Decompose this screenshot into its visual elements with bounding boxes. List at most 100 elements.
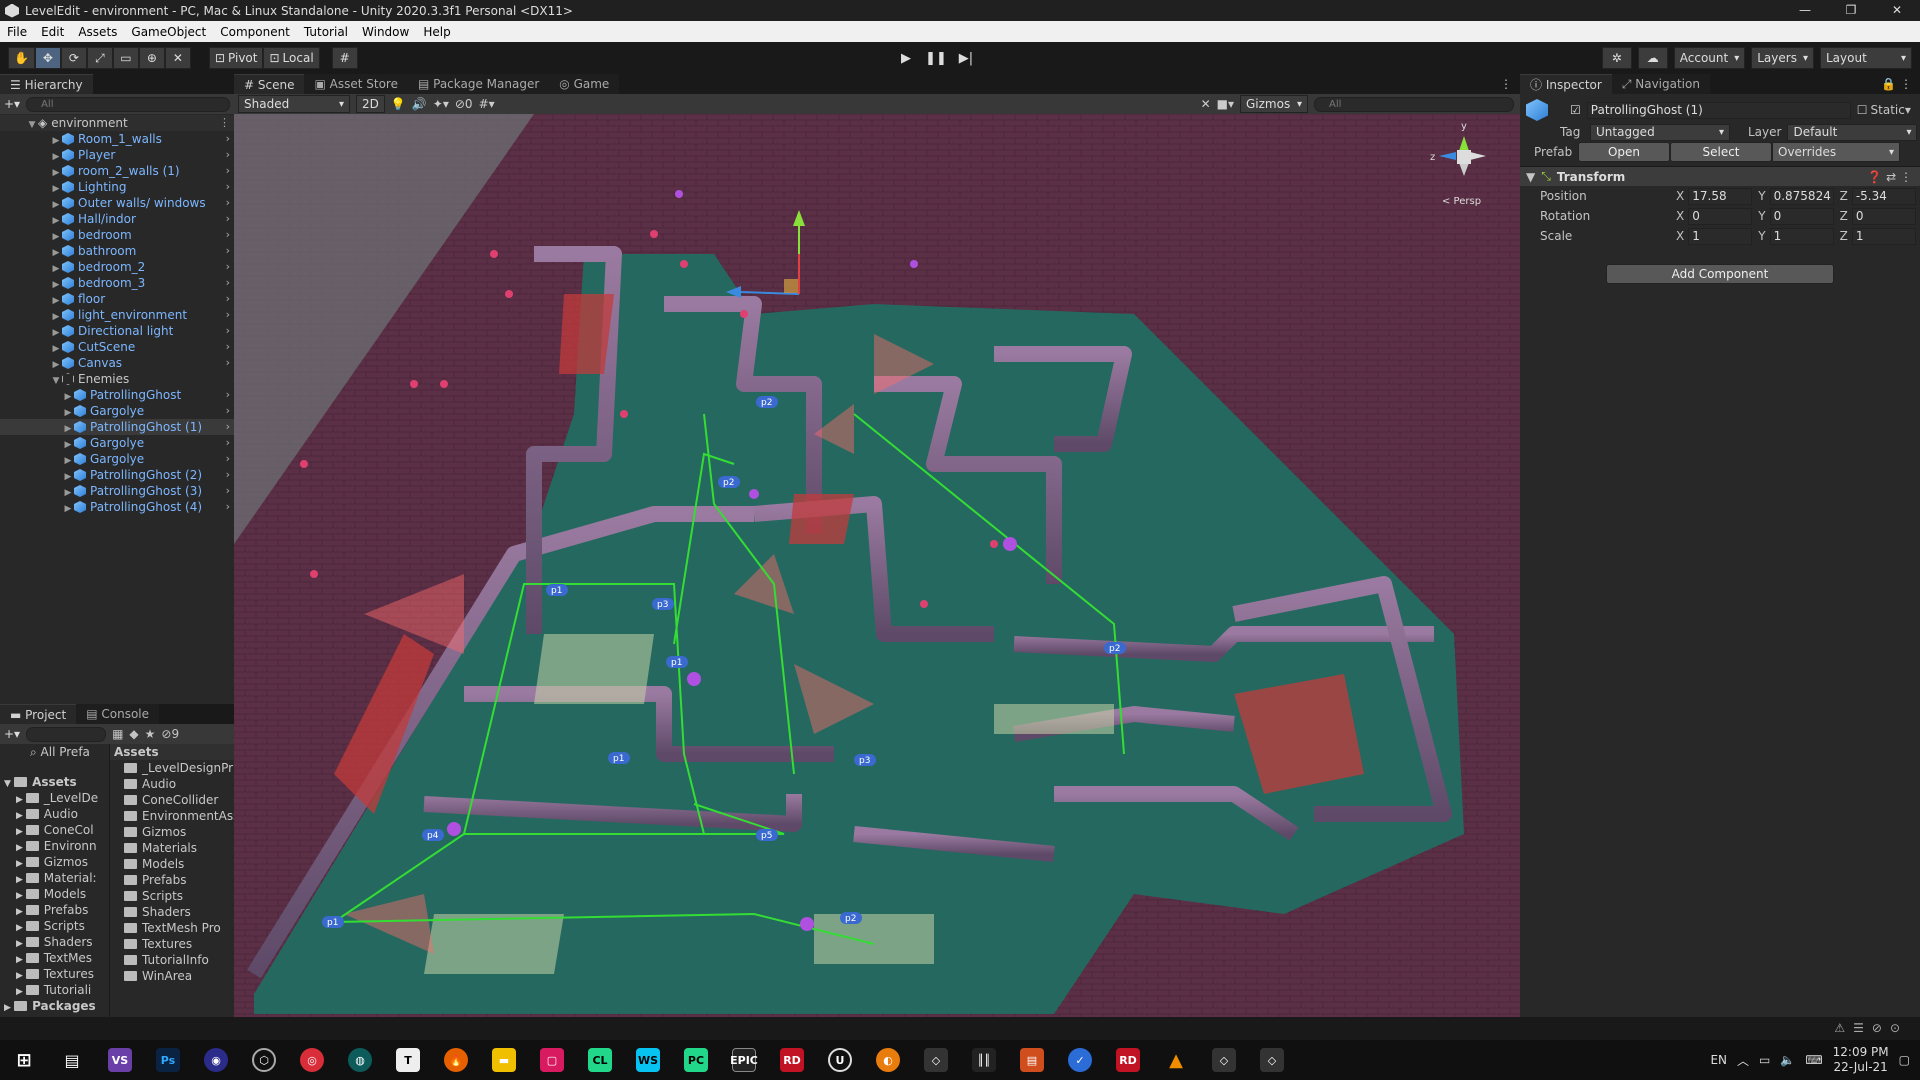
browser-icon[interactable]: ◍: [348, 1048, 372, 1072]
project-search-input[interactable]: [26, 726, 107, 742]
chevron-right-icon[interactable]: ›: [226, 147, 230, 163]
project-tree-item[interactable]: ▶ Prefabs: [0, 902, 109, 918]
chevron-right-icon[interactable]: ›: [226, 163, 230, 179]
chevron-right-icon[interactable]: ›: [226, 179, 230, 195]
hierarchy-item[interactable]: ▶ PatrollingGhost (3) ›: [0, 483, 234, 499]
library-icon[interactable]: ║║: [972, 1048, 996, 1072]
file-explorer-icon[interactable]: ▬: [492, 1048, 516, 1072]
hierarchy-item[interactable]: ▶ PatrollingGhost (4) ›: [0, 499, 234, 515]
project-folder-item[interactable]: Audio: [110, 776, 234, 792]
maximize-icon[interactable]: ❐: [1828, 0, 1874, 21]
expand-arrow-icon[interactable]: ▶: [16, 859, 26, 869]
scene-root[interactable]: ▼ ◈ environment ⋮: [0, 115, 234, 131]
chevron-right-icon[interactable]: ›: [226, 419, 230, 435]
hierarchy-item[interactable]: ▶ Lighting ›: [0, 179, 234, 195]
rotation-z-field[interactable]: 0: [1851, 207, 1916, 225]
pycharm-icon[interactable]: PC: [684, 1048, 708, 1072]
overrides-dropdown[interactable]: Overrides: [1772, 142, 1900, 162]
project-tree-item[interactable]: ▶ Environn: [0, 838, 109, 854]
hierarchy-item[interactable]: ▶ Room_1_walls ›: [0, 131, 234, 147]
layers-dropdown[interactable]: Layers: [1751, 47, 1814, 69]
chevron-right-icon[interactable]: ›: [226, 259, 230, 275]
expand-arrow-icon[interactable]: ▶: [62, 501, 74, 517]
network-icon[interactable]: ▭: [1759, 1053, 1770, 1067]
hierarchy-item[interactable]: ▶ light_environment ›: [0, 307, 234, 323]
project-folder-item[interactable]: Prefabs: [110, 872, 234, 888]
expand-arrow-icon[interactable]: ▶: [16, 955, 26, 965]
clock[interactable]: 12:09 PM 22-Jul-21: [1833, 1045, 1889, 1075]
chevron-right-icon[interactable]: ›: [226, 403, 230, 419]
project-folder-item[interactable]: Scripts: [110, 888, 234, 904]
layer-dropdown[interactable]: Default: [1787, 123, 1918, 141]
expand-arrow-icon[interactable]: ▶: [16, 875, 26, 885]
component-menu-icon[interactable]: ❓ ⇄ ⋮: [1867, 170, 1912, 184]
expand-arrow-icon[interactable]: ▶: [16, 811, 26, 821]
menu-help[interactable]: Help: [416, 25, 457, 39]
windows-start-icon[interactable]: ⊞: [12, 1048, 36, 1072]
effects-icon[interactable]: ✦▾: [433, 97, 449, 111]
hierarchy-item[interactable]: ▶ PatrollingGhost (1) ›: [0, 419, 234, 435]
custom-tool-icon[interactable]: ✕: [164, 47, 191, 69]
project-folder-item[interactable]: Models: [110, 856, 234, 872]
project-folder-item[interactable]: ConeCollider: [110, 792, 234, 808]
firefox-icon[interactable]: 🔥: [444, 1048, 468, 1072]
menu-gameobject[interactable]: GameObject: [124, 25, 213, 39]
scene-menu-icon[interactable]: ⋮: [219, 115, 230, 131]
axis-label[interactable]: Y: [1758, 209, 1765, 223]
expand-arrow-icon[interactable]: ▶: [16, 987, 26, 997]
rotate-tool-icon[interactable]: ⟳: [60, 47, 87, 69]
chevron-right-icon[interactable]: ›: [226, 355, 230, 371]
rider-2-icon[interactable]: RD: [1116, 1048, 1140, 1072]
active-checkbox[interactable]: ☑: [1570, 103, 1581, 117]
axis-label[interactable]: Z: [1840, 209, 1848, 223]
play-icon[interactable]: ▶: [891, 47, 921, 69]
notifications-icon[interactable]: ▢: [1899, 1053, 1910, 1067]
project-tree-item[interactable]: ▶ Audio: [0, 806, 109, 822]
project-add-icon[interactable]: +▾: [4, 727, 20, 741]
object-name-field[interactable]: PatrollingGhost (1): [1586, 101, 1851, 119]
add-icon[interactable]: +▾: [4, 97, 20, 111]
blender-icon[interactable]: ◐: [876, 1048, 900, 1072]
project-tree-item[interactable]: ▶ Textures: [0, 966, 109, 982]
hierarchy-item[interactable]: ▶ PatrollingGhost (2) ›: [0, 467, 234, 483]
project-folder-item[interactable]: _LevelDesignPr: [110, 760, 234, 776]
scale-y-field[interactable]: 1: [1769, 227, 1834, 245]
persp-label[interactable]: < Persp: [1442, 196, 1481, 207]
clion-icon[interactable]: CL: [588, 1048, 612, 1072]
scene-render[interactable]: p1 p2 p4 p5 p1 p1 p3 p1 p2 p2 p2 p3 y z …: [234, 114, 1520, 1017]
close-icon[interactable]: ✕: [1874, 0, 1920, 21]
hand-tool-icon[interactable]: ✋: [8, 47, 35, 69]
menu-assets[interactable]: Assets: [71, 25, 124, 39]
tools-icon[interactable]: ✕: [1201, 97, 1211, 111]
rotation-x-field[interactable]: 0: [1688, 207, 1753, 225]
chevron-right-icon[interactable]: ›: [226, 467, 230, 483]
tab-navigation[interactable]: ⤢ Navigation: [1611, 74, 1710, 94]
chevron-right-icon[interactable]: ›: [226, 195, 230, 211]
chevron-right-icon[interactable]: ›: [226, 483, 230, 499]
expand-arrow-icon[interactable]: ▶: [16, 971, 26, 981]
project-tree-item[interactable]: ▶ Shaders: [0, 934, 109, 950]
project-tree-item[interactable]: ▶ Tutoriali: [0, 982, 109, 998]
expand-arrow-icon[interactable]: ▶: [16, 827, 26, 837]
layout-dropdown[interactable]: Layout: [1820, 47, 1912, 69]
rider-icon[interactable]: RD: [780, 1048, 804, 1072]
axis-label[interactable]: X: [1676, 229, 1684, 243]
project-tree-item[interactable]: ▶ ConeCol: [0, 822, 109, 838]
hierarchy-item[interactable]: ▶ floor ›: [0, 291, 234, 307]
project-tree-item[interactable]: ▶ Gizmos: [0, 854, 109, 870]
chevron-right-icon[interactable]: ›: [226, 211, 230, 227]
project-tree-item[interactable]: ▶ Material:: [0, 870, 109, 886]
task-view-icon[interactable]: ▤: [60, 1048, 84, 1072]
vlc-icon[interactable]: ▲: [1164, 1048, 1188, 1072]
project-tree-item[interactable]: ▶ Packages: [0, 998, 109, 1014]
project-tree-item[interactable]: ▼ Assets: [0, 774, 109, 790]
unity-hub-icon[interactable]: ⬡: [252, 1048, 276, 1072]
scene-menu-icon[interactable]: ⋮: [1500, 74, 1512, 94]
filter-label-icon[interactable]: ◆: [129, 727, 138, 741]
hierarchy-item[interactable]: ▶ Gargolye ›: [0, 403, 234, 419]
presentation-icon[interactable]: ▤: [1020, 1048, 1044, 1072]
camera-icon[interactable]: ■▾: [1217, 97, 1234, 111]
discord-icon[interactable]: ◉: [204, 1048, 228, 1072]
expand-arrow-icon[interactable]: ▶: [16, 939, 26, 949]
tab-hierarchy[interactable]: ☰ Hierarchy: [0, 74, 93, 94]
